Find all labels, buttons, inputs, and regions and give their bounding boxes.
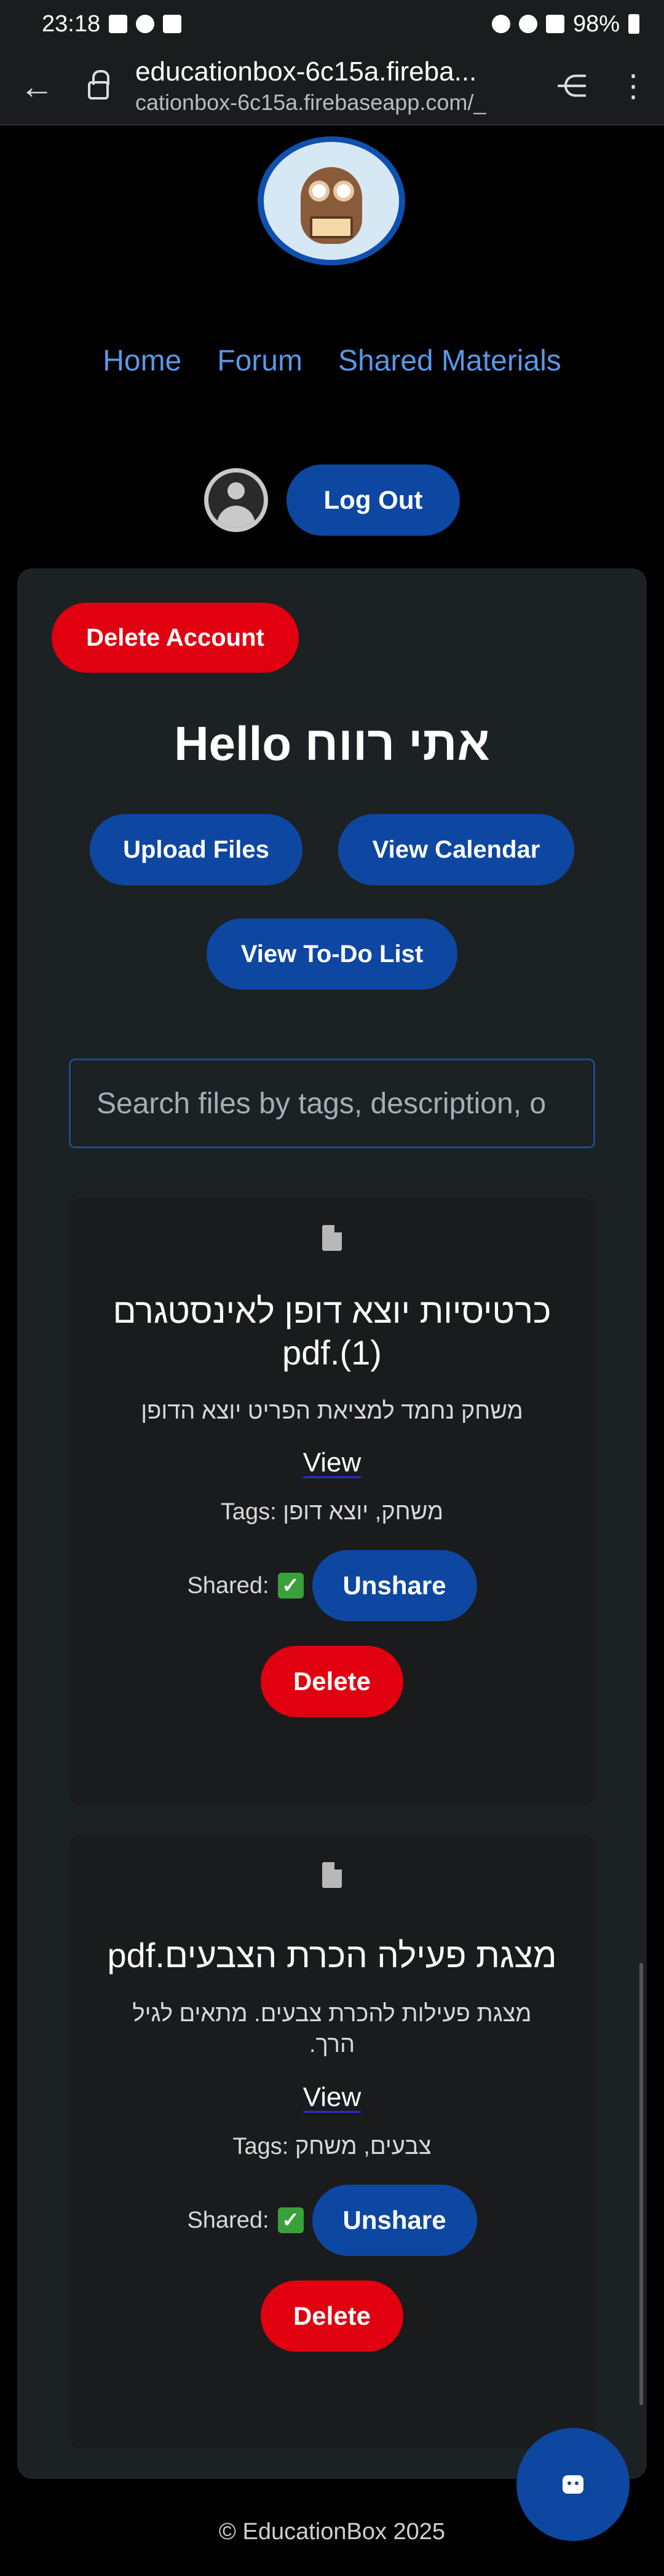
- signal-icon: [545, 15, 564, 33]
- logout-button[interactable]: Log Out: [287, 464, 460, 536]
- owl-logo[interactable]: [258, 136, 405, 265]
- file-name: מצגת פעילה הכרת הצבעים.pdf: [107, 1936, 557, 1975]
- nav-shared-materials-link[interactable]: Shared Materials: [338, 344, 561, 378]
- pdf-file-icon: [322, 1225, 342, 1251]
- owl-icon: [291, 155, 371, 247]
- greeting-heading: Hello אתי רווח: [174, 716, 490, 770]
- footer-copyright: © EducationBox 2025: [218, 2519, 446, 2545]
- shared-status: Shared: ✓ Unshare: [69, 2185, 595, 2256]
- nav-home-link[interactable]: Home: [103, 344, 181, 378]
- bug-notification-icon: [136, 15, 155, 33]
- pdf-file-icon: [322, 1862, 342, 1888]
- file-description: משחק נחמד למציאת הפריט יוצא הדופן: [141, 1398, 523, 1424]
- shared-label: Shared:: [187, 1572, 269, 1599]
- robot-chat-icon: [563, 2475, 583, 2494]
- main-nav: Home Forum Shared Materials: [0, 344, 664, 378]
- file-tags: Tags: צבעים, משחק: [232, 2134, 432, 2159]
- battery-percentage: 98%: [572, 10, 620, 37]
- file-card: כרטיסיות יוצא דופן לאינסטגרם (1).pdf משח…: [69, 1198, 595, 1806]
- file-description: מצגת פעילות להכרת צבעים. מתאים לגיל הרך.: [132, 2001, 532, 2057]
- search-input[interactable]: [69, 1059, 595, 1148]
- shared-status: Shared: ✓ Unshare: [69, 1550, 595, 1621]
- user-row: Log Out: [0, 464, 664, 536]
- share-icon[interactable]: ⋲: [541, 47, 603, 125]
- page-url: cationbox-6c15a.firebaseapp.com/_: [135, 90, 486, 115]
- unshare-button[interactable]: Unshare: [312, 1550, 477, 1621]
- delete-file-button[interactable]: Delete: [261, 2280, 403, 2352]
- file-view-link[interactable]: View: [303, 2082, 362, 2113]
- url-display[interactable]: educationbox-6c15a.fireba... cationbox-6…: [123, 57, 541, 115]
- delete-account-button[interactable]: Delete Account: [52, 603, 299, 673]
- back-arrow-icon[interactable]: ←: [0, 47, 74, 125]
- lock-icon[interactable]: [74, 70, 123, 100]
- file-view-link[interactable]: View: [303, 1447, 362, 1478]
- gallery-notification-icon: [109, 15, 128, 33]
- user-avatar-icon[interactable]: [204, 468, 268, 532]
- view-todo-button[interactable]: View To-Do List: [207, 918, 457, 990]
- alarm-icon: [491, 15, 510, 33]
- primary-actions: Upload Files View Calendar: [17, 814, 647, 885]
- checkbox-notification-icon: [163, 15, 182, 33]
- status-bar: 23:18 98%: [0, 0, 664, 48]
- more-vert-icon[interactable]: ⋮: [603, 47, 664, 125]
- nav-forum-link[interactable]: Forum: [217, 344, 302, 378]
- dashboard-card: Delete Account Hello אתי רווח Upload Fil…: [17, 568, 647, 2479]
- upload-files-button[interactable]: Upload Files: [90, 814, 302, 885]
- wifi-icon: [518, 15, 537, 33]
- view-calendar-button[interactable]: View Calendar: [338, 814, 574, 885]
- browser-url-bar: ← educationbox-6c15a.fireba... cationbox…: [0, 48, 664, 125]
- secondary-actions: View To-Do List: [17, 918, 647, 990]
- shared-label: Shared:: [187, 2207, 269, 2233]
- check-mark-icon: ✓: [277, 2207, 304, 2233]
- page-title: educationbox-6c15a.fireba...: [135, 57, 477, 87]
- file-name: כרטיסיות יוצא דופן לאינסטגרם (1).pdf: [113, 1291, 551, 1372]
- battery-icon: [628, 14, 639, 34]
- file-tags: Tags: משחק, יוצא דופן: [220, 1499, 444, 1525]
- delete-file-button[interactable]: Delete: [261, 1646, 403, 1717]
- unshare-button[interactable]: Unshare: [312, 2185, 477, 2256]
- check-mark-icon: ✓: [277, 1573, 304, 1599]
- file-card: מצגת פעילה הכרת הצבעים.pdf מצגת פעילות ל…: [69, 1834, 595, 2448]
- status-time: 23:18: [42, 10, 101, 37]
- page-scrollbar[interactable]: [639, 1963, 643, 2405]
